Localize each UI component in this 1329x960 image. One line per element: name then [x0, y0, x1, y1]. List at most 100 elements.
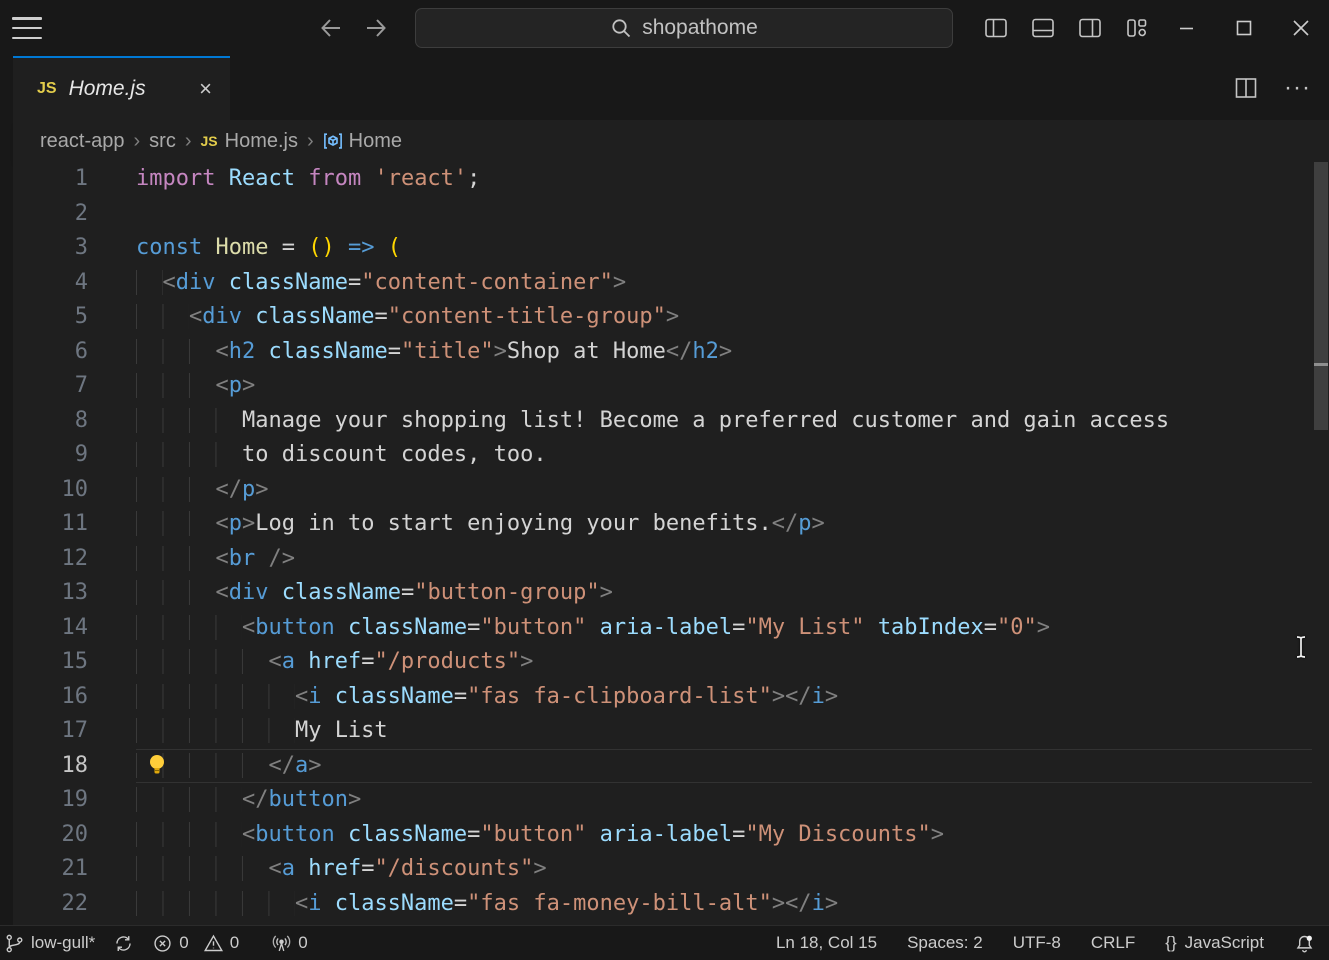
code-line-13[interactable]: <div className="button-group">: [136, 576, 1329, 611]
code-line-12[interactable]: <br />: [136, 542, 1329, 577]
code-line-2[interactable]: [136, 197, 1329, 232]
line-number: 18: [13, 749, 88, 784]
line-number: 3: [13, 231, 88, 266]
breadcrumb-home-symbol[interactable]: Home: [349, 130, 402, 153]
menu-icon[interactable]: [12, 17, 42, 39]
split-editor-icon[interactable]: [1234, 76, 1258, 100]
line-number: 22: [13, 887, 88, 922]
line-number: 16: [13, 680, 88, 715]
code-line-3[interactable]: const Home = () => (: [136, 231, 1329, 266]
code-line-20[interactable]: <button className="button" aria-label="M…: [136, 818, 1329, 853]
title-bar: shopathome: [0, 0, 1329, 56]
lightbulb-icon[interactable]: [146, 753, 168, 779]
line-number: 17: [13, 714, 88, 749]
chevron-right-icon: ›: [134, 130, 141, 153]
tab-close-icon[interactable]: ×: [195, 76, 216, 102]
status-bar: low-gull* 0 0: [0, 925, 1329, 960]
breadcrumb-home-js[interactable]: Home.js: [225, 130, 298, 153]
warning-count: 0: [230, 933, 239, 953]
customize-layout-icon[interactable]: [1125, 16, 1149, 40]
error-icon: [152, 933, 173, 954]
cursor-position-item[interactable]: Ln 18, Col 15: [776, 933, 877, 953]
close-icon: [1289, 16, 1313, 40]
line-number: 8: [13, 404, 88, 439]
line-number: 1: [13, 162, 88, 197]
gutter: 12345678910111213141516171819202122: [13, 162, 88, 925]
notifications-item[interactable]: [1294, 933, 1315, 954]
go-back-button[interactable]: [317, 14, 345, 42]
maximize-button[interactable]: [1215, 0, 1272, 56]
minimize-icon: [1176, 17, 1198, 39]
arrow-right-icon: [362, 14, 390, 42]
language-label: JavaScript: [1185, 933, 1264, 953]
problems-item[interactable]: 0 0: [152, 933, 239, 954]
search-icon: [610, 17, 632, 39]
code-line-17[interactable]: My List: [136, 714, 1329, 749]
go-forward-button[interactable]: [362, 14, 390, 42]
breadcrumb: react-app › src › JS Home.js › Home: [13, 120, 1329, 162]
error-count: 0: [179, 933, 188, 953]
git-branch-item[interactable]: low-gull*: [4, 933, 95, 954]
layout-sidebar-right-icon[interactable]: [1078, 16, 1102, 40]
minimize-button[interactable]: [1158, 0, 1215, 56]
branch-name: low-gull*: [31, 933, 95, 953]
layout-controls: [984, 16, 1149, 40]
braces-icon: {}: [1165, 933, 1176, 953]
line-number: 19: [13, 783, 88, 818]
vertical-scrollbar[interactable]: [1312, 162, 1329, 925]
code-line-21[interactable]: <a href="/discounts">: [136, 852, 1329, 887]
warning-icon: [203, 933, 224, 954]
language-mode-item[interactable]: {} JavaScript: [1165, 933, 1264, 953]
code-line-6[interactable]: <h2 className="title">Shop at Home</h2>: [136, 335, 1329, 370]
code-line-18[interactable]: </a>: [136, 749, 1329, 784]
code-area[interactable]: import React from 'react'; const Home = (…: [88, 162, 1329, 925]
code-line-10[interactable]: </p>: [136, 473, 1329, 508]
scrollbar-thumb[interactable]: [1314, 162, 1328, 430]
code-line-22[interactable]: <i className="fas fa-money-bill-alt"></i…: [136, 887, 1329, 922]
left-edge-strip: [0, 56, 13, 925]
code-editor[interactable]: 12345678910111213141516171819202122 impo…: [13, 162, 1329, 925]
code-line-7[interactable]: <p>: [136, 369, 1329, 404]
close-window-button[interactable]: [1272, 0, 1329, 56]
status-bar-right: Ln 18, Col 15 Spaces: 2 UTF-8 CRLF {} Ja…: [776, 933, 1329, 954]
code-line-9[interactable]: to discount codes, too.: [136, 438, 1329, 473]
line-number: 9: [13, 438, 88, 473]
sync-changes-item[interactable]: [113, 933, 134, 954]
encoding-item[interactable]: UTF-8: [1013, 933, 1061, 953]
code-line-14[interactable]: <button className="button" aria-label="M…: [136, 611, 1329, 646]
layout-panel-icon[interactable]: [1031, 16, 1055, 40]
code-line-8[interactable]: Manage your shopping list! Become a pref…: [136, 404, 1329, 439]
line-number: 6: [13, 335, 88, 370]
line-number: 20: [13, 818, 88, 853]
more-actions-icon[interactable]: ···: [1284, 83, 1311, 93]
eol-item[interactable]: CRLF: [1091, 933, 1135, 953]
broadcast-icon: [271, 933, 292, 954]
arrow-left-icon: [317, 14, 345, 42]
line-number: 13: [13, 576, 88, 611]
code-line-19[interactable]: </button>: [136, 783, 1329, 818]
ports-count: 0: [298, 933, 307, 953]
code-line-11[interactable]: <p>Log in to start enjoying your benefit…: [136, 507, 1329, 542]
code-line-1[interactable]: import React from 'react';: [136, 162, 1329, 197]
code-line-4[interactable]: <div className="content-container">: [136, 266, 1329, 301]
layout-sidebar-left-icon[interactable]: [984, 16, 1008, 40]
ports-item[interactable]: 0: [271, 933, 307, 954]
code-line-16[interactable]: <i className="fas fa-clipboard-list"></i…: [136, 680, 1329, 715]
chevron-right-icon: ›: [307, 130, 314, 153]
breadcrumb-react-app[interactable]: react-app: [40, 130, 125, 153]
chevron-right-icon: ›: [185, 130, 192, 153]
line-number: 2: [13, 197, 88, 232]
tab-home-js[interactable]: JS Home.js ×: [13, 56, 230, 120]
editor-tab-bar: JS Home.js × ···: [0, 56, 1329, 120]
line-number: 15: [13, 645, 88, 680]
indentation-item[interactable]: Spaces: 2: [907, 933, 983, 953]
code-line-5[interactable]: <div className="content-title-group">: [136, 300, 1329, 335]
line-number: 14: [13, 611, 88, 646]
bell-icon: [1294, 933, 1315, 954]
sync-icon: [113, 933, 134, 954]
window-controls: [1158, 0, 1329, 56]
code-line-15[interactable]: <a href="/products">: [136, 645, 1329, 680]
breadcrumb-src[interactable]: src: [149, 130, 176, 153]
command-center-search[interactable]: shopathome: [415, 8, 953, 48]
editor-actions: ···: [1234, 56, 1311, 120]
